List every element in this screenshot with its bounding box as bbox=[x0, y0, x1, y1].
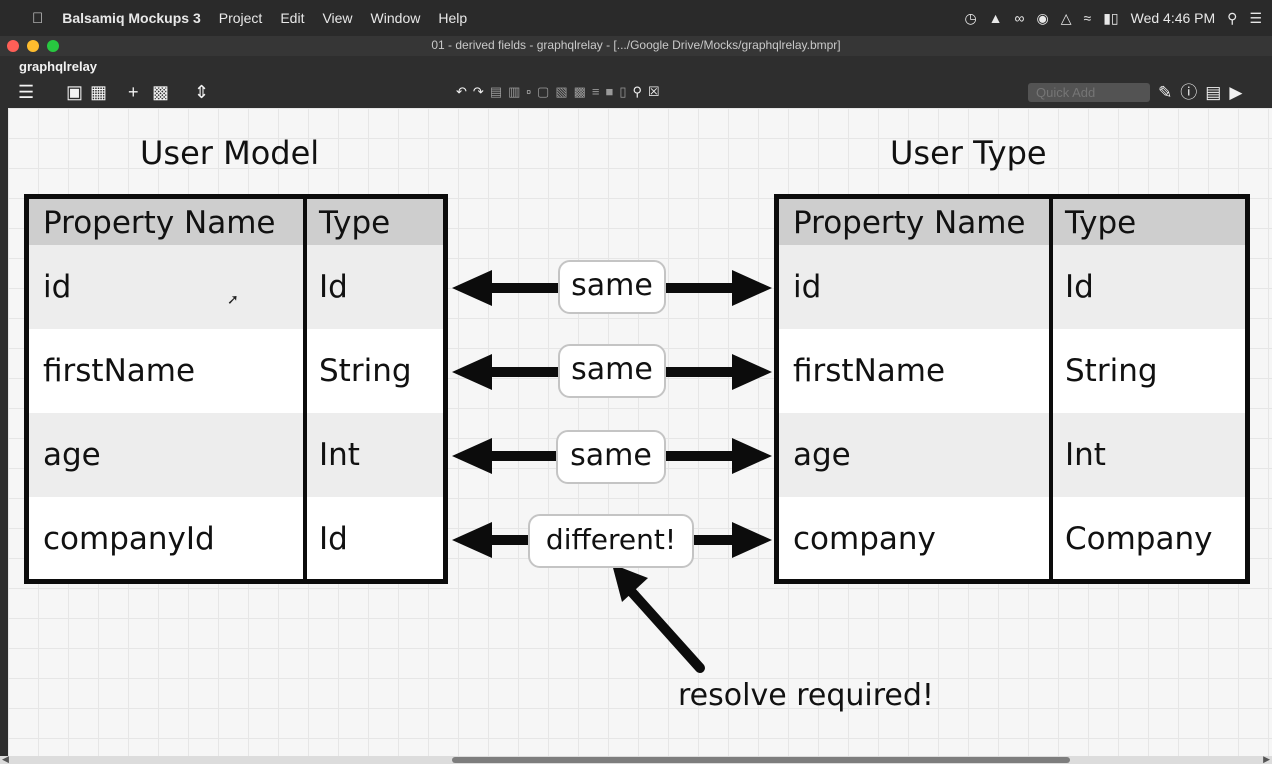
present-icon[interactable]: ☒ bbox=[648, 82, 660, 102]
time-machine-icon[interactable]: ◷ bbox=[964, 10, 976, 27]
scrollbar-thumb[interactable] bbox=[452, 757, 1070, 763]
menu-project[interactable]: Project bbox=[210, 10, 272, 26]
arrowhead-left bbox=[452, 522, 492, 558]
arrange-icon[interactable]: ▩ bbox=[574, 82, 586, 102]
menu-clock[interactable]: Wed 4:46 PM bbox=[1131, 10, 1216, 26]
paste-icon[interactable]: ▫ bbox=[526, 82, 531, 102]
app-toolbar: graphqlrelay ☰ ▣ ▦ + ▩ ⇕ ↶ ↷ ▤ ▥ ▫ ▢ ▧ ▩… bbox=[0, 56, 1272, 108]
pointer-arrow-line[interactable] bbox=[625, 585, 705, 673]
evernote-icon[interactable]: ▲ bbox=[989, 10, 1003, 26]
scroll-left-icon[interactable]: ◀ bbox=[2, 754, 9, 764]
copy-icon[interactable]: ▤ bbox=[490, 82, 502, 102]
horizontal-scrollbar[interactable]: ◀ ▶ bbox=[0, 754, 1272, 764]
relation-label[interactable]: same bbox=[558, 260, 666, 314]
cut-icon[interactable]: ▥ bbox=[508, 82, 520, 102]
left-panel-edge bbox=[0, 108, 8, 764]
window-title-bar: 01 - derived fields - graphqlrelay - [..… bbox=[0, 36, 1272, 56]
sort-icon[interactable]: ⇕ bbox=[194, 80, 209, 104]
menu-help[interactable]: Help bbox=[429, 10, 476, 26]
project-name: graphqlrelay bbox=[19, 59, 98, 74]
arrowhead-right bbox=[732, 270, 772, 306]
undo-icon[interactable]: ↶ bbox=[456, 82, 467, 102]
apple-menu-icon[interactable]:  bbox=[0, 10, 53, 27]
relation-label[interactable]: same bbox=[556, 430, 666, 484]
play-icon[interactable]: ▶ bbox=[1229, 82, 1242, 104]
redo-icon[interactable]: ↷ bbox=[473, 82, 484, 102]
menu-view[interactable]: View bbox=[313, 10, 361, 26]
spotlight-search-icon[interactable]: ⚲ bbox=[1227, 10, 1237, 27]
battery-icon[interactable]: ▮▯ bbox=[1103, 10, 1118, 27]
quick-add-input[interactable] bbox=[1028, 83, 1150, 102]
info-icon[interactable]: ⓘ bbox=[1180, 82, 1197, 104]
navigator-menu-icon[interactable]: ☰ bbox=[18, 80, 34, 104]
menu-edit[interactable]: Edit bbox=[271, 10, 313, 26]
single-pane-icon[interactable]: ▣ bbox=[66, 80, 83, 104]
arrowhead-left bbox=[452, 438, 492, 474]
arrowhead-right bbox=[732, 438, 772, 474]
menu-window[interactable]: Window bbox=[362, 10, 430, 26]
mouse-cursor-icon: ➚ bbox=[227, 292, 239, 308]
menu-app-name[interactable]: Balsamiq Mockups 3 bbox=[53, 10, 210, 26]
lock-icon[interactable]: ■ bbox=[606, 82, 614, 102]
relation-label[interactable]: same bbox=[558, 344, 666, 398]
mockup-canvas[interactable]: User Model User Type Property Name Type … bbox=[8, 108, 1272, 756]
arrowhead-left bbox=[452, 270, 492, 306]
duplicate-icon[interactable]: ▩ bbox=[152, 80, 169, 104]
drive-icon[interactable]: △ bbox=[1061, 10, 1072, 27]
arrowhead-right bbox=[732, 522, 772, 558]
window-title: 01 - derived fields - graphqlrelay - [..… bbox=[431, 38, 841, 52]
scroll-right-icon[interactable]: ▶ bbox=[1263, 754, 1270, 764]
delete-icon[interactable]: ▯ bbox=[619, 82, 626, 102]
align-icon[interactable]: ≡ bbox=[592, 82, 600, 102]
find-icon[interactable]: ⚲ bbox=[633, 82, 643, 102]
macos-menu-bar:  Balsamiq Mockups 3 Project Edit View W… bbox=[0, 0, 1272, 36]
group-icon[interactable]: ▢ bbox=[537, 82, 549, 102]
grid-view-icon[interactable]: ▦ bbox=[90, 80, 107, 104]
notification-center-icon[interactable]: ☰ bbox=[1249, 10, 1262, 27]
notes-icon[interactable]: ▤ bbox=[1205, 82, 1221, 104]
glasses-icon[interactable]: ∞ bbox=[1015, 10, 1025, 26]
ungroup-icon[interactable]: ▧ bbox=[555, 82, 567, 102]
wifi-icon[interactable]: ≈ bbox=[1084, 10, 1092, 26]
arrowhead-left bbox=[452, 354, 492, 390]
arrowhead-right bbox=[732, 354, 772, 390]
record-icon[interactable]: ◉ bbox=[1037, 10, 1049, 27]
relation-label-different[interactable]: different! bbox=[528, 514, 694, 568]
resolve-required-note[interactable]: resolve required! bbox=[678, 678, 934, 713]
comments-icon[interactable]: ✎ bbox=[1158, 82, 1172, 104]
add-icon[interactable]: + bbox=[128, 80, 139, 104]
